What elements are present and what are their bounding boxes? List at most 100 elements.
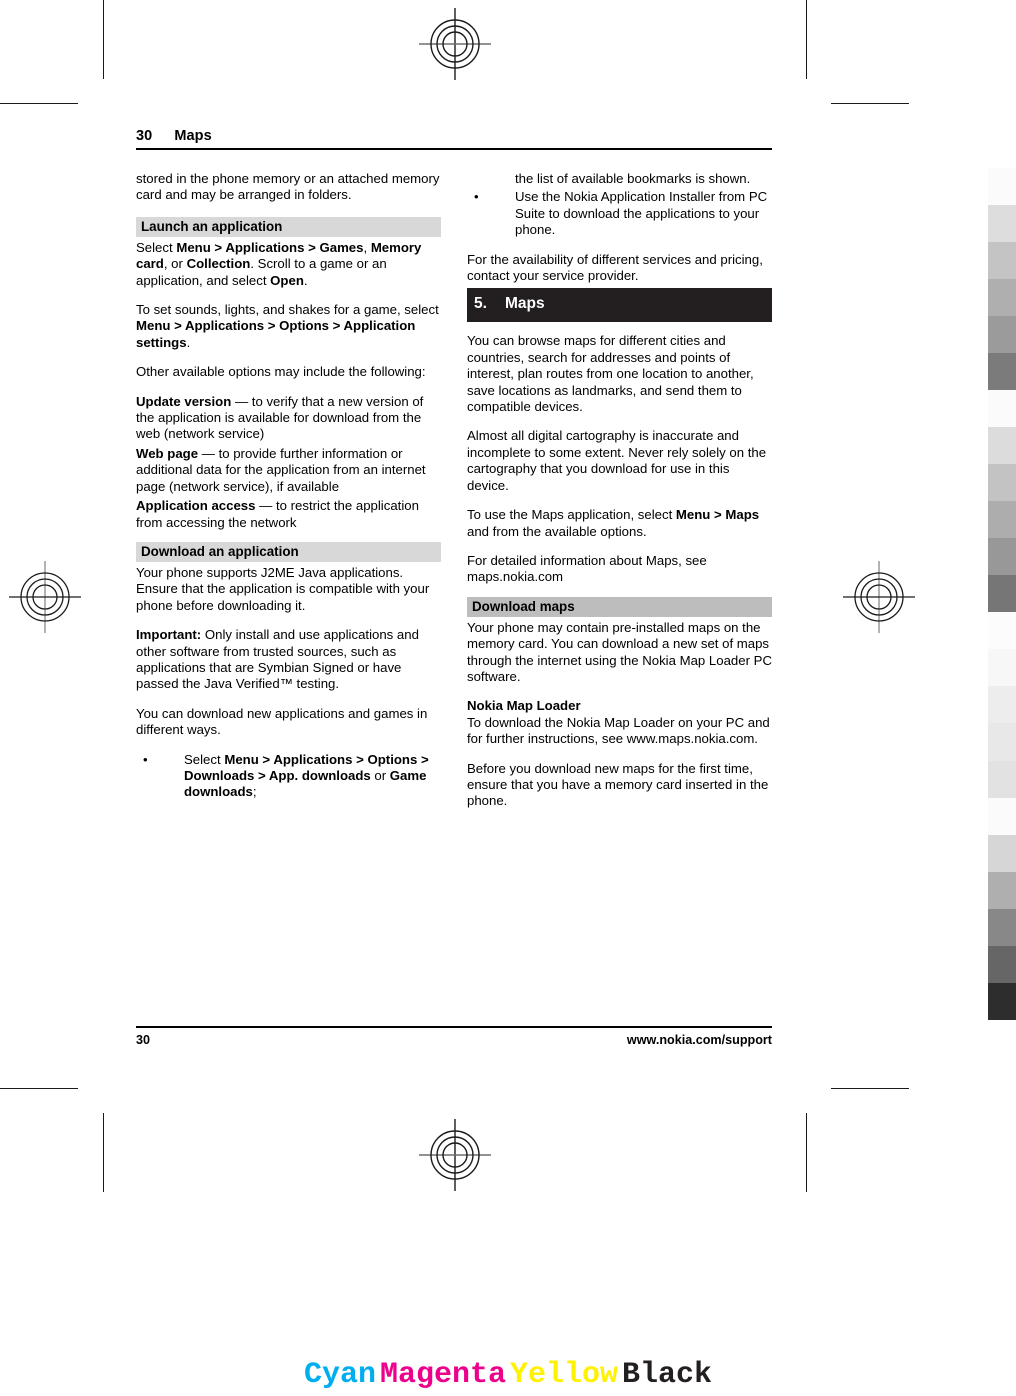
menu-path-app-downloads: App. downloads: [268, 767, 371, 783]
path-separator: >: [328, 318, 344, 334]
maps-detail-info-paragraph: For detailed information about Maps, see…: [467, 552, 707, 585]
gray-step-19: [988, 871, 1016, 909]
definition-web-page: Web page — to provide further informatio…: [136, 446, 441, 495]
text-run: .: [303, 272, 308, 288]
bullet-dot-icon: •: [143, 751, 148, 767]
text-run: .: [186, 334, 191, 350]
gray-step-2: [988, 242, 1016, 280]
crop-mark-bottom-right-horizontal: [831, 1088, 909, 1089]
gray-step-20: [988, 908, 1016, 946]
section-heading-download-an-application: Download an application: [136, 541, 441, 562]
path-separator: >: [710, 507, 726, 523]
list-item-text: Use the Nokia Application Installer from…: [515, 189, 768, 238]
color-label-cyan: Cyan: [303, 1358, 376, 1392]
definition-dash: —: [198, 445, 219, 461]
text-run: or: [370, 767, 390, 783]
text-run: ,: [363, 239, 371, 255]
definition-term: Application access: [136, 498, 256, 514]
page-header-number: 30: [136, 128, 153, 144]
menu-path-options: Options: [367, 751, 418, 767]
definition-dash: —: [231, 393, 252, 409]
launch-paragraph-3: Other available options may include the …: [136, 364, 426, 380]
crop-mark-top-left-horizontal: [0, 103, 78, 104]
path-separator: >: [210, 239, 226, 255]
page-header: 30 Maps: [136, 128, 772, 150]
definition-term: Update version: [136, 393, 232, 409]
gray-step-13: [988, 649, 1016, 687]
crop-mark-bottom-left-vertical: [103, 1113, 104, 1192]
left-column: stored in the phone memory or an attache…: [136, 171, 441, 823]
path-separator: >: [254, 767, 269, 783]
gray-step-5: [988, 353, 1016, 391]
path-separator: >: [352, 751, 368, 767]
maps-usage-paragraph: To use the Maps application, select Menu…: [467, 507, 772, 540]
bullet-dot-icon: •: [474, 189, 479, 205]
registration-target-right: [843, 561, 915, 633]
crop-mark-bottom-right-vertical: [806, 1113, 807, 1192]
crop-mark-bottom-left-horizontal: [0, 1088, 78, 1089]
maps-intro-paragraph-1: You can browse maps for different cities…: [467, 333, 754, 415]
footer-support-url: www.nokia.com/support: [626, 1033, 772, 1047]
section-heading-download-maps: Download maps: [467, 596, 772, 617]
cmyk-color-bar: Cyan Magenta Yellow Black: [0, 1358, 1016, 1392]
gray-step-22: [988, 982, 1016, 1020]
text-run: ;: [252, 784, 257, 800]
text-run: , or: [163, 256, 187, 272]
menu-path-open: Open: [270, 272, 304, 288]
crop-mark-top-right-horizontal: [831, 103, 909, 104]
menu-path-menu: Menu: [136, 318, 171, 334]
menu-path-games: Games: [319, 239, 364, 255]
list-item-continued: the list of available bookmarks is shown…: [515, 171, 751, 186]
chapter-title: Maps: [504, 295, 545, 313]
gray-step-12: [988, 612, 1016, 650]
text-run: Select: [136, 239, 177, 255]
menu-path-menu: Menu: [176, 239, 211, 255]
gray-step-9: [988, 501, 1016, 539]
definition-dash: —: [255, 498, 276, 514]
text-run: To set sounds, lights, and shakes for a …: [136, 302, 439, 318]
download-maps-paragraph-1: Your phone may contain pre-installed map…: [467, 619, 772, 684]
gray-step-15: [988, 723, 1016, 761]
menu-path-maps: Maps: [725, 507, 760, 523]
page-content: 30 Maps stored in the phone memory or an…: [136, 128, 772, 1048]
path-separator: >: [170, 318, 185, 334]
definition-term: Web page: [136, 445, 199, 461]
registration-target-left: [9, 561, 81, 633]
important-note: Important: Only install and use applicat…: [136, 627, 441, 693]
color-label-magenta: Magenta: [379, 1358, 506, 1392]
path-separator: >: [264, 318, 280, 334]
definition-application-access: Application access — to restrict the app…: [136, 498, 441, 531]
footer-page-number: 30: [136, 1033, 151, 1047]
gray-step-4: [988, 316, 1016, 354]
text-run: To use the Maps application, select: [467, 507, 676, 523]
menu-path-collection: Collection: [186, 256, 251, 272]
download-paragraph-1: Your phone supports J2ME Java applicatio…: [136, 564, 430, 613]
gray-step-7: [988, 427, 1016, 465]
download-maps-paragraph-3: Before you download new maps for the fir…: [467, 760, 769, 809]
page-footer: 30 www.nokia.com/support: [136, 1026, 772, 1047]
gray-step-11: [988, 575, 1016, 613]
gray-step-18: [988, 834, 1016, 872]
download-methods-list: • Select Menu > Applications > Options > …: [136, 752, 441, 801]
color-label-black: Black: [622, 1358, 713, 1392]
gray-step-14: [988, 686, 1016, 724]
launch-paragraph-2: To set sounds, lights, and shakes for a …: [136, 302, 441, 351]
section-heading-launch-an-application: Launch an application: [136, 216, 441, 237]
important-label: Important:: [136, 627, 202, 643]
list-item: • Select Menu > Applications > Options > …: [136, 752, 441, 801]
launch-paragraph-1: Select Menu > Applications > Games, Memo…: [136, 240, 441, 289]
registration-target-top: [419, 8, 491, 80]
path-separator: >: [304, 239, 320, 255]
color-label-yellow: Yellow: [510, 1358, 619, 1392]
gray-step-10: [988, 538, 1016, 576]
download-maps-paragraph-2: To download the Nokia Map Loader on your…: [467, 714, 770, 747]
availability-paragraph: For the availability of different servic…: [467, 251, 763, 284]
menu-path-menu: Menu: [224, 751, 259, 767]
download-paragraph-2: You can download new applications and ga…: [136, 705, 428, 738]
list-item: • Use the Nokia Application Installer fro…: [467, 189, 772, 238]
page-header-title: Maps: [174, 128, 212, 144]
path-separator: >: [417, 751, 429, 767]
chapter-banner-maps: 5. Maps: [467, 288, 772, 323]
menu-path-downloads: Downloads: [184, 767, 255, 783]
menu-path-options: Options: [279, 318, 329, 334]
